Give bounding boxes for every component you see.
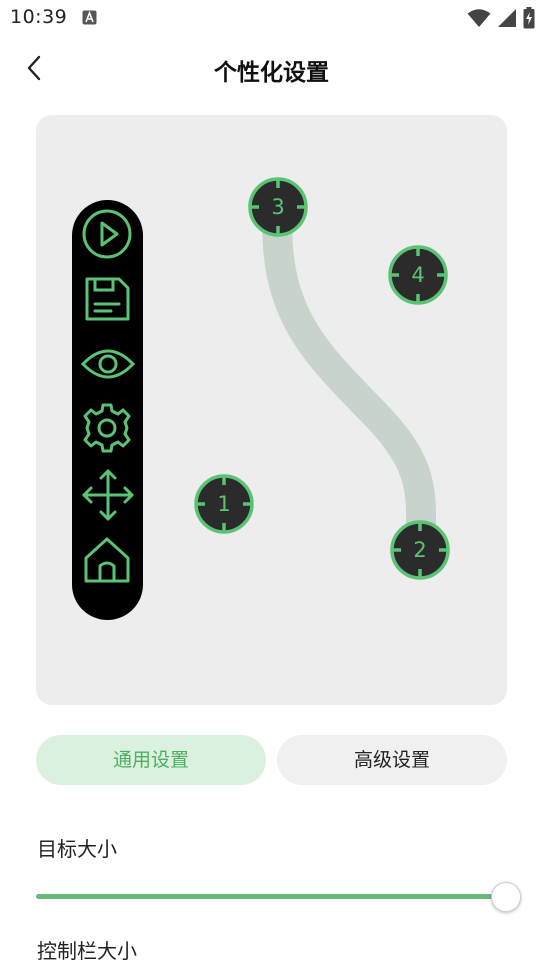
tab-general-settings[interactable]: 通用设置 [36,735,266,785]
move-arrows-icon[interactable] [81,468,134,521]
home-icon[interactable] [81,534,134,586]
status-bar: 10:39 [0,0,543,36]
target-size-label: 目标大小 [37,837,117,861]
control-bar-size-label: 控制栏大小 [37,939,137,963]
target-marker[interactable]: 2 [389,519,451,581]
a-app-icon [82,10,97,25]
tab-advanced-settings[interactable]: 高级设置 [277,735,507,785]
target-marker[interactable]: 3 [247,176,309,238]
status-time: 10:39 [10,6,68,28]
save-icon[interactable] [81,273,134,325]
target-size-slider[interactable] [36,882,522,912]
target-marker[interactable]: 4 [387,244,449,306]
play-icon[interactable] [81,208,134,260]
app-bar: 个性化设置 [0,40,543,96]
wifi-icon [467,9,491,27]
status-icons [467,7,535,29]
battery-charging-icon [523,7,535,29]
settings-tabs: 通用设置 高级设置 [36,735,507,785]
target-marker[interactable]: 1 [193,473,255,535]
eye-icon[interactable] [81,338,135,390]
cell-signal-icon [498,9,516,27]
slider-fill [36,894,506,899]
gear-icon[interactable] [81,402,134,454]
control-toolbar[interactable] [72,200,143,620]
preview-canvas: 1 2 3 4 [36,115,507,705]
page-title: 个性化设置 [214,60,329,86]
slider-thumb[interactable] [491,882,521,912]
